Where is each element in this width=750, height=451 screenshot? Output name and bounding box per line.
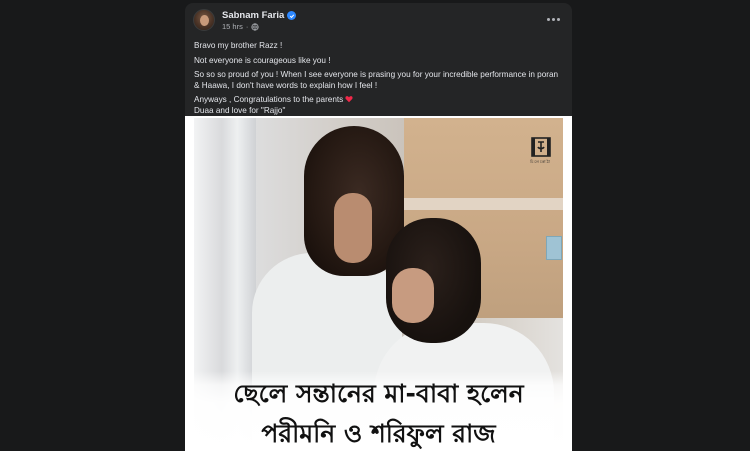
wall-rail [404,198,563,210]
post-text-line: Duaa and love for "Rajjo" [194,105,286,115]
author-row: Sabnam Faria [222,10,297,21]
verified-badge-icon [287,11,297,20]
post-image[interactable]: চিলেকোঠা ছেলে সন্তানের মা-বাবা হলেন পরীম… [185,116,572,451]
man-face [334,193,372,263]
wall-socket [546,236,562,260]
image-caption-line2: পরীমনি ও শরিফুল রাজ [261,419,496,448]
post-timestamp[interactable]: 15 hrs [222,22,243,31]
post-card: Sabnam Faria 15 hrs · Bravo my brother R… [185,3,572,451]
post-text-line: Not everyone is courageous like you ! [194,55,331,65]
post-text-line-with-heart: Anyways , Congratulations to the parents [194,95,564,106]
post-meta: 15 hrs · [222,22,259,31]
image-caption-line1: ছেলে সন্তানের মা-বাবা হলেন [233,379,524,408]
author-name[interactable]: Sabnam Faria [222,10,284,21]
post-text-line: So so so proud of you ! When I see every… [194,70,559,90]
more-options-icon[interactable] [544,12,562,26]
watermark-logo: চিলেকোঠা [527,136,554,166]
red-heart-icon [345,95,353,103]
globe-icon[interactable] [251,22,259,31]
woman-face [392,268,434,323]
post-text: Bravo my brother Razz ! Not everyone is … [194,41,564,116]
meta-separator: · [245,22,249,31]
post-header: Sabnam Faria 15 hrs · [185,3,572,37]
film-logo-icon [530,137,551,157]
author-avatar[interactable] [193,9,215,31]
post-text-line: Bravo my brother Razz ! [194,41,283,50]
post-text-line: Anyways , Congratulations to the parents [194,95,344,104]
watermark-caption: চিলেকোঠা [530,159,551,164]
